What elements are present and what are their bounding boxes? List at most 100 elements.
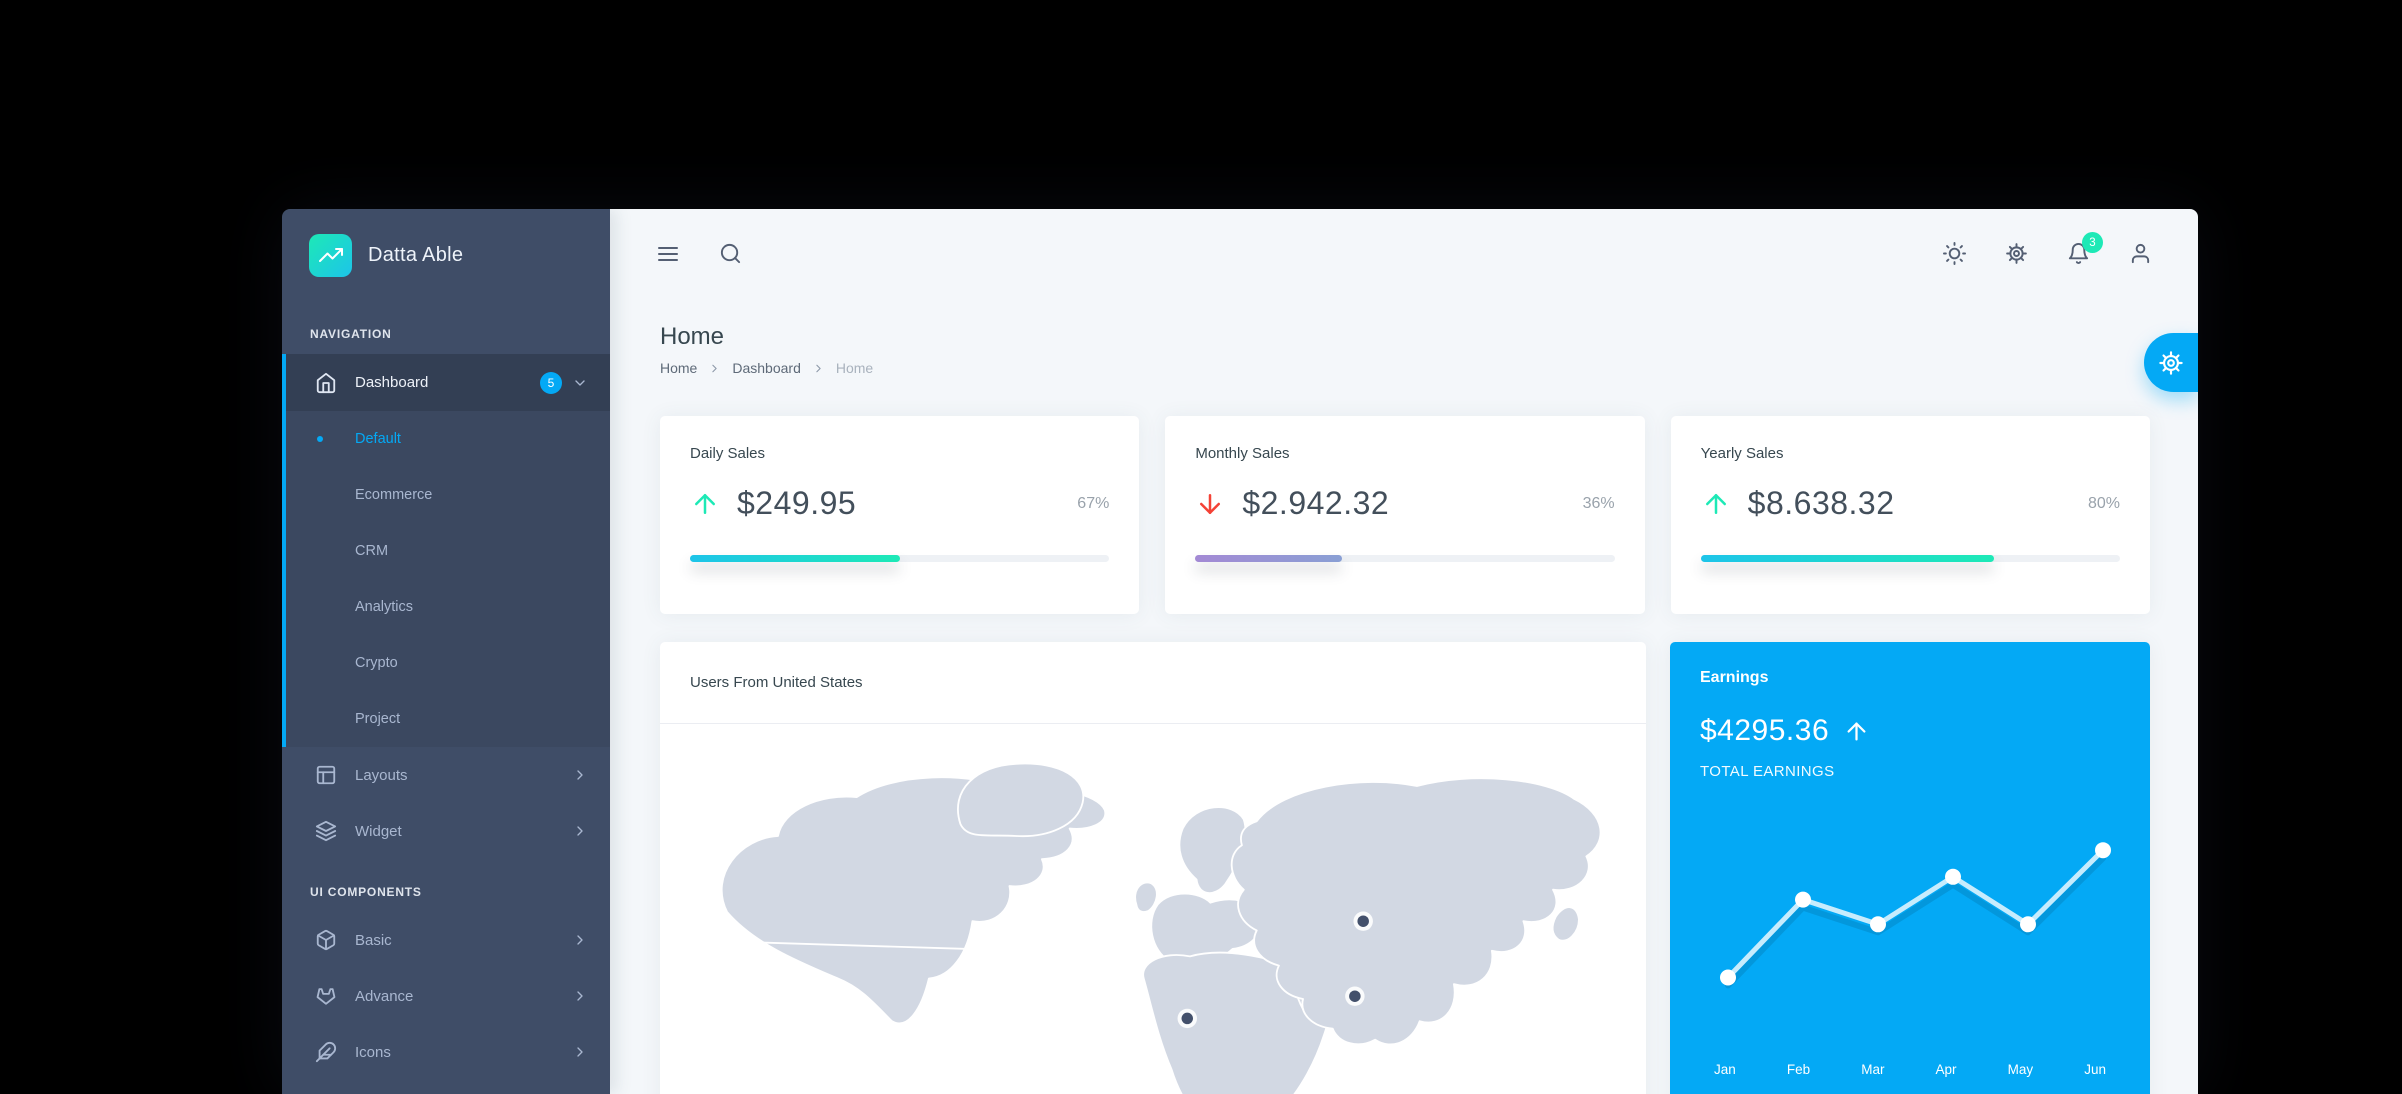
card-title: Users From United States (690, 674, 863, 691)
chevron-right-icon (572, 767, 588, 783)
page-header: Home Home Dashboard Home (660, 323, 2150, 376)
sidebar-item-project[interactable]: Project (286, 691, 610, 747)
map-marker (1349, 990, 1360, 1001)
progress-fill (1701, 555, 1995, 562)
stats-row: Daily Sales $249.95 67% (660, 416, 2150, 614)
earnings-subtitle: TOTAL EARNINGS (1700, 763, 2120, 780)
page-title: Home (660, 323, 2150, 351)
dashboard-submenu: Default Ecommerce CRM Analytics Crypto P… (286, 411, 610, 747)
arrow-up-icon (1843, 718, 1870, 745)
desktop-background: Datta Able NAVIGATION Dashboard 5 D (0, 0, 2402, 1094)
customizer-toggle-button[interactable] (2144, 333, 2198, 392)
chart-data-point (2020, 916, 2036, 932)
arrow-up-icon (690, 489, 720, 519)
card-title: Monthly Sales (1195, 445, 1614, 462)
earnings-value: $4295.36 (1700, 714, 1829, 748)
chevron-right-icon (812, 362, 825, 375)
sidebar-item-crypto[interactable]: Crypto (286, 635, 610, 691)
nav-caption-ui-components: UI COMPONENTS (282, 859, 610, 912)
stat-percent: 67% (1077, 495, 1109, 513)
sidebar-item-icons[interactable]: Icons (282, 1024, 610, 1080)
progress-fill (1195, 555, 1342, 562)
stat-percent: 36% (1583, 495, 1615, 513)
brand[interactable]: Datta Able (282, 209, 610, 301)
daily-sales-card: Daily Sales $249.95 67% (660, 416, 1139, 614)
layers-icon (315, 820, 337, 842)
user-profile-button[interactable] (2128, 242, 2152, 266)
topbar: 3 (610, 209, 2198, 299)
progress-fill (690, 555, 900, 562)
active-bullet (317, 436, 323, 442)
chart-data-point (2095, 842, 2111, 858)
app-window: Datta Able NAVIGATION Dashboard 5 D (282, 209, 2198, 1094)
world-map (660, 724, 1646, 1094)
gitlab-icon (315, 985, 337, 1007)
stat-percent: 80% (2088, 495, 2120, 513)
sidebar-item-label: Ecommerce (355, 487, 432, 503)
chevron-right-icon (572, 823, 588, 839)
brand-name: Datta Able (368, 244, 463, 267)
theme-brightness-button[interactable] (1942, 242, 1966, 266)
sidebar-item-analytics[interactable]: Analytics (286, 579, 610, 635)
sidebar-item-label: Icons (355, 1044, 572, 1061)
chevron-right-icon (572, 932, 588, 948)
chart-data-point (1795, 892, 1811, 908)
dashboard-count-badge: 5 (540, 372, 562, 394)
yearly-sales-card: Yearly Sales $8.638.32 80% (1671, 416, 2150, 614)
progress-track (1195, 555, 1614, 562)
stat-value: $249.95 (737, 485, 856, 522)
arrow-down-icon (1195, 489, 1225, 519)
chevron-down-icon (572, 375, 588, 391)
chevron-right-icon (572, 988, 588, 1004)
sidebar-item-default[interactable]: Default (286, 411, 610, 467)
notification-count-badge: 3 (2082, 232, 2103, 253)
stat-value: $2.942.32 (1242, 485, 1389, 522)
breadcrumb-current: Home (836, 360, 873, 376)
main-area: 3 Home Home Dashboard (610, 209, 2198, 1094)
continent-greenland (958, 763, 1083, 836)
sidebar-item-advance[interactable]: Advance (282, 968, 610, 1024)
progress-track (690, 555, 1109, 562)
page-content: Home Home Dashboard Home Daily Sales (610, 299, 2198, 1094)
sidebar-item-label: CRM (355, 543, 388, 559)
nav-caption-navigation: NAVIGATION (282, 301, 610, 354)
sidebar-item-ecommerce[interactable]: Ecommerce (286, 467, 610, 523)
axis-label: Jun (2084, 1062, 2106, 1077)
chevron-right-icon (572, 1044, 588, 1060)
sidebar-item-widget[interactable]: Widget (282, 803, 610, 859)
sidebar-item-label: Layouts (355, 767, 572, 784)
region-uk (1135, 883, 1157, 913)
arrow-up-icon (1701, 489, 1731, 519)
chart-data-point (1720, 970, 1736, 986)
sidebar-item-label: Advance (355, 988, 572, 1005)
chart-data-point (1945, 869, 1961, 885)
breadcrumb-dashboard[interactable]: Dashboard (732, 360, 801, 376)
layout-icon (315, 764, 337, 786)
breadcrumb-home[interactable]: Home (660, 360, 697, 376)
sidebar-item-basic[interactable]: Basic (282, 912, 610, 968)
axis-label: Apr (1936, 1062, 1957, 1077)
settings-gear-button[interactable] (2004, 242, 2028, 266)
stat-value: $8.638.32 (1748, 485, 1895, 522)
card-title: Yearly Sales (1701, 445, 2120, 462)
box-icon (315, 929, 337, 951)
sidebar-item-label: Analytics (355, 599, 413, 615)
search-button[interactable] (718, 242, 742, 266)
map-marker (1182, 1013, 1193, 1024)
earnings-card: Earnings $4295.36 TOTAL EARNINGS (1670, 642, 2150, 1094)
axis-label: Mar (1861, 1062, 1884, 1077)
sidebar-item-dashboard[interactable]: Dashboard 5 (286, 354, 610, 411)
sidebar-item-label: Widget (355, 823, 572, 840)
card-header: Users From United States (660, 642, 1646, 724)
monthly-sales-card: Monthly Sales $2.942.32 36% (1165, 416, 1644, 614)
sidebar-item-label: Default (355, 431, 401, 447)
sidebar-item-crm[interactable]: CRM (286, 523, 610, 579)
axis-label: Jan (1714, 1062, 1736, 1077)
card-title: Daily Sales (690, 445, 1109, 462)
sidebar-item-layouts[interactable]: Layouts (282, 747, 610, 803)
card-title: Earnings (1700, 669, 2120, 687)
notifications-bell-button[interactable]: 3 (2066, 242, 2090, 266)
hamburger-menu-button[interactable] (656, 242, 680, 266)
sidebar: Datta Able NAVIGATION Dashboard 5 D (282, 209, 610, 1094)
axis-label: Feb (1787, 1062, 1810, 1077)
